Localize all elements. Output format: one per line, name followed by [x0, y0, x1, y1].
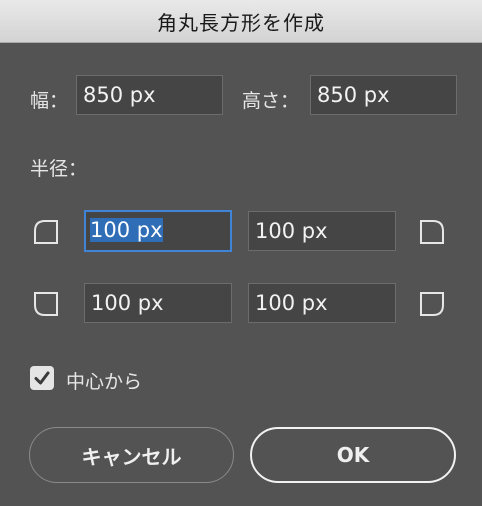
bottom-right-corner-icon [419, 291, 445, 317]
top-left-radius-field[interactable]: 100 px [84, 210, 232, 252]
cancel-button-label: キャンセル [81, 444, 182, 469]
width-field[interactable]: 850 px [76, 75, 223, 115]
bottom-left-radius-field[interactable]: 100 px [84, 283, 232, 323]
top-right-radius-value: 100 px [255, 219, 328, 243]
bottom-left-radius-value: 100 px [91, 291, 164, 315]
top-left-corner-icon [33, 219, 59, 245]
top-right-radius-field[interactable]: 100 px [248, 211, 396, 251]
bottom-left-corner-icon [33, 291, 59, 317]
top-left-radius-value: 100 px [90, 218, 163, 242]
from-center-checkbox[interactable] [30, 366, 54, 390]
bottom-right-radius-value: 100 px [255, 291, 328, 315]
width-label: 幅： [30, 90, 69, 112]
bottom-right-radius-field[interactable]: 100 px [248, 283, 396, 323]
dialog-title: 角丸長方形を作成 [0, 0, 482, 43]
height-label: 高さ： [242, 90, 300, 112]
ok-button[interactable]: OK [250, 427, 456, 483]
width-value: 850 px [83, 83, 156, 107]
height-field[interactable]: 850 px [310, 75, 457, 115]
cancel-button[interactable]: キャンセル [29, 427, 234, 483]
ok-button-label: OK [336, 443, 370, 467]
create-rounded-rectangle-dialog: 角丸長方形を作成 幅： 850 px 高さ： 850 px 半径： 100 px… [0, 0, 482, 506]
radius-label: 半径： [30, 158, 88, 180]
top-right-corner-icon [419, 219, 445, 245]
height-value: 850 px [317, 83, 390, 107]
from-center-label: 中心から [66, 371, 143, 393]
checkmark-icon [34, 371, 50, 385]
